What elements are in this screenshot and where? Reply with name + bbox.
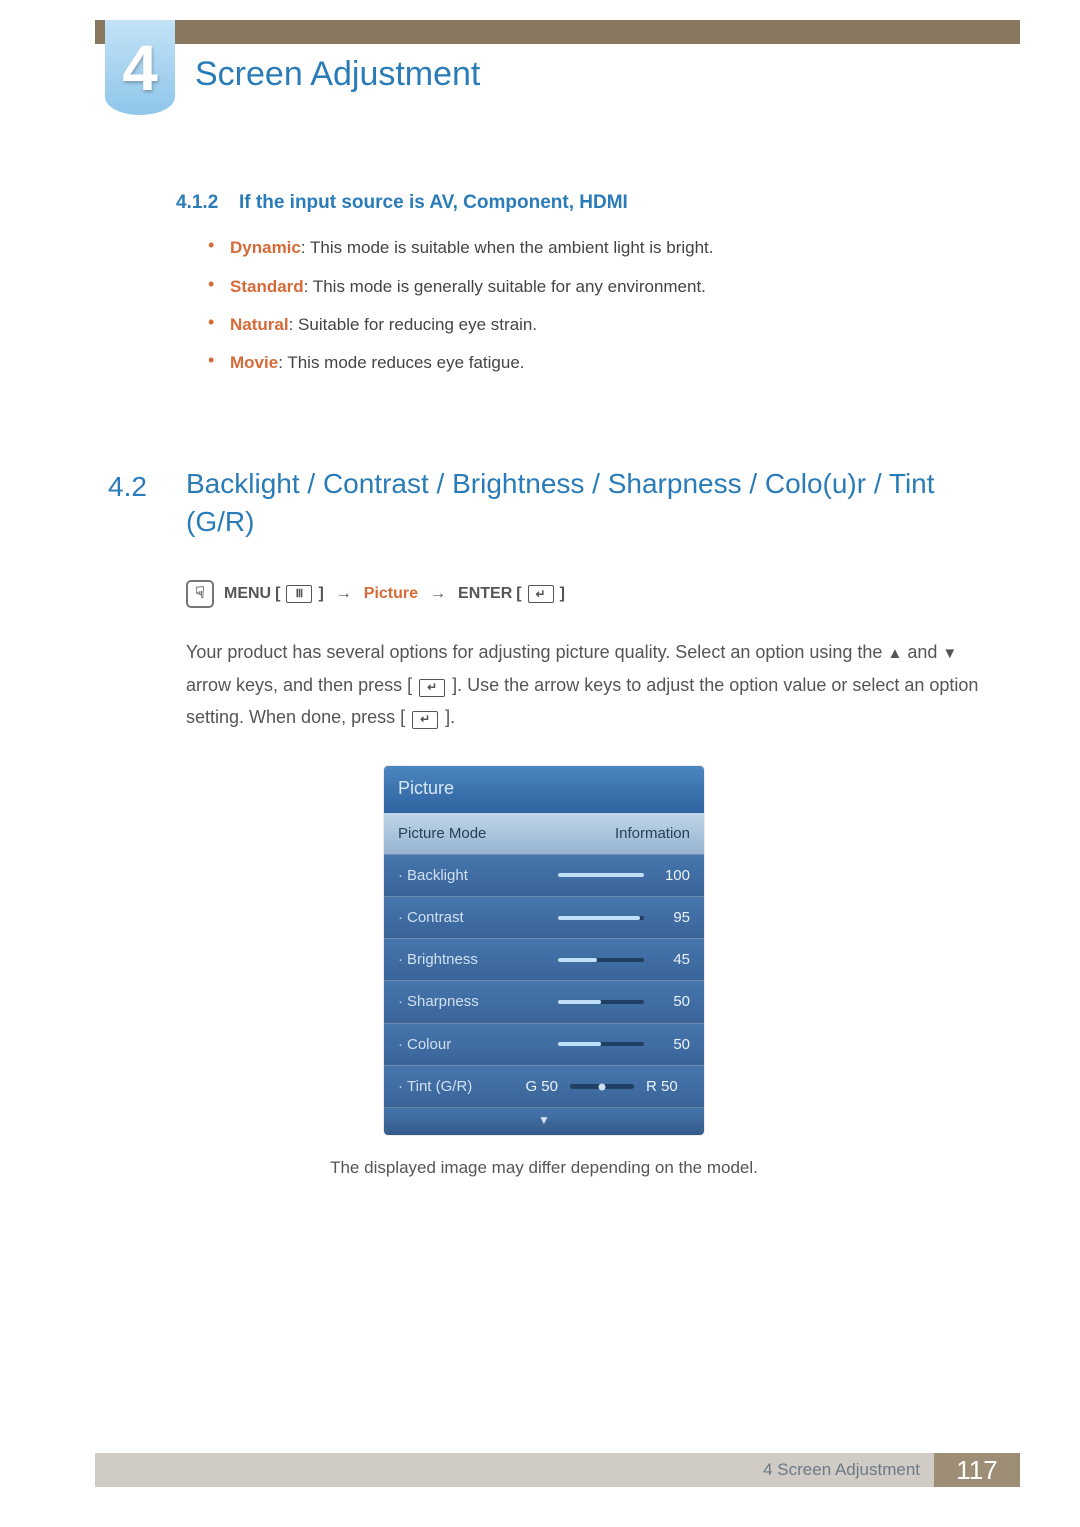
osd-row-sharpness: · Sharpness 50 [384,980,704,1022]
mode-name: Movie [230,353,278,372]
text: ]. [445,707,455,727]
tint-r-value: R 50 [646,1075,690,1098]
dot-icon: · [398,948,403,971]
osd-row-contrast: · Contrast 95 [384,896,704,938]
major-title: Backlight / Contrast / Brightness / Shar… [186,465,980,541]
osd-picture-menu: Picture Picture Mode Information · Backl… [384,766,704,1135]
list-item: Dynamic: This mode is suitable when the … [208,235,980,261]
osd-row-label: Contrast [407,906,464,929]
arrow-icon: → [430,582,446,607]
picture-label: Picture [364,582,418,607]
dot-icon: · [398,906,403,929]
osd-row-value: 95 [654,906,690,929]
list-item: Natural: Suitable for reducing eye strai… [208,312,980,338]
slider [558,916,644,920]
osd-head-left: Picture Mode [398,822,486,845]
osd-row-value: 45 [654,948,690,971]
dot-icon: · [398,990,403,1013]
osd-row-value: 50 [654,990,690,1013]
osd-row-label: Sharpness [407,990,479,1013]
enter-label: ENTER [458,582,512,607]
page-footer: 4 Screen Adjustment 117 [95,1453,1020,1487]
osd-row-label: Colour [407,1033,451,1056]
slider [558,1042,644,1046]
osd-row-value: 50 [654,1033,690,1056]
text: arrow keys, and then press [ [186,675,412,695]
subsection-number: 4.1.2 [176,192,218,213]
mode-desc: : Suitable for reducing eye strain. [289,315,538,334]
list-item: Movie: This mode reduces eye fatigue. [208,350,980,376]
mode-desc: : This mode is suitable when the ambient… [301,238,714,257]
menu-path: ☟ MENU [ ] → Picture → ENTER [ ] [186,580,980,608]
mode-desc: : This mode reduces eye fatigue. [278,353,524,372]
mode-desc: : This mode is generally suitable for an… [304,277,706,296]
menu-label: MENU [224,582,271,607]
bracket: [ [275,582,280,607]
mode-name: Standard [230,277,304,296]
mode-name: Dynamic [230,238,301,257]
enter-icon [412,711,438,729]
text: and [907,642,942,662]
osd-scroll-down-icon: ▼ [384,1107,704,1135]
menu-icon [286,585,312,603]
enter-icon [528,585,554,603]
osd-row-label: Tint (G/R) [407,1075,472,1098]
osd-row-value: 100 [654,864,690,887]
up-triangle-icon: ▲ [887,645,902,662]
chapter-title: Screen Adjustment [195,55,480,94]
slider [558,1000,644,1004]
dot-icon: · [398,1075,403,1098]
page-number: 117 [934,1453,1020,1487]
bracket: ] [318,582,323,607]
chapter-number: 4 [122,31,158,105]
osd-header-row: Picture Mode Information [384,813,704,853]
slider [558,873,644,877]
slider [558,958,644,962]
dot-icon: · [398,1033,403,1056]
enter-icon [419,679,445,697]
chapter-badge: 4 [105,20,175,115]
hand-icon: ☟ [186,580,214,608]
osd-row-brightness: · Brightness 45 [384,938,704,980]
subsection-heading: 4.1.2 If the input source is AV, Compone… [176,188,980,217]
osd-row-label: Brightness [407,948,478,971]
list-item: Standard: This mode is generally suitabl… [208,274,980,300]
osd-row-backlight: · Backlight 100 [384,854,704,896]
mode-list: Dynamic: This mode is suitable when the … [208,235,980,376]
osd-row-label: Backlight [407,864,468,887]
mode-name: Natural [230,315,289,334]
bracket: ] [560,582,565,607]
major-heading: 4.2 Backlight / Contrast / Brightness / … [108,465,980,541]
down-triangle-icon: ▼ [942,645,957,662]
model-note: The displayed image may differ depending… [108,1155,980,1181]
dot-icon: · [398,864,403,887]
footer-label: 4 Screen Adjustment [763,1460,920,1480]
osd-head-right: Information [615,822,690,845]
tint-g-value: G 50 [514,1075,558,1098]
body-paragraph: Your product has several options for adj… [186,636,980,733]
osd-row-colour: · Colour 50 [384,1023,704,1065]
major-number: 4.2 [108,465,186,541]
osd-title: Picture [384,766,704,814]
text: Your product has several options for adj… [186,642,887,662]
top-accent-bar [95,20,1020,44]
tint-slider [570,1084,634,1089]
arrow-icon: → [336,582,352,607]
bracket: [ [516,582,521,607]
osd-row-tint: · Tint (G/R) G 50 R 50 [384,1065,704,1107]
subsection-title: If the input source is AV, Component, HD… [239,192,628,213]
